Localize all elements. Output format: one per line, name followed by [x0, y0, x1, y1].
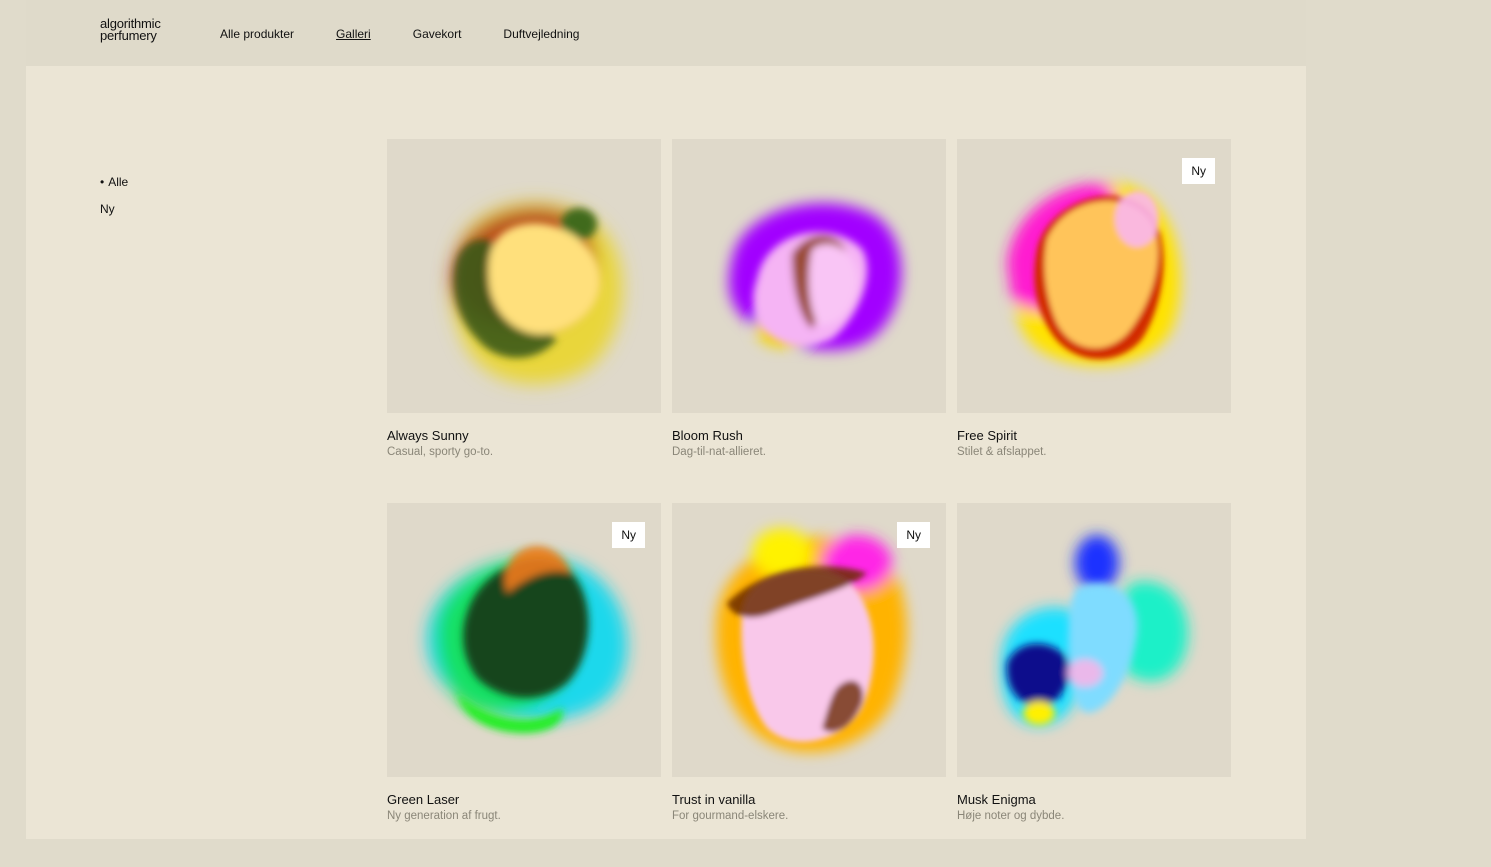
new-badge: Ny — [612, 522, 645, 548]
product-card-free-spirit[interactable]: Ny Free Spirit Stilet & afslappet. — [957, 139, 1231, 503]
product-card-bloom-rush[interactable]: Bloom Rush Dag-til-nat-allieret. — [672, 139, 946, 503]
filter-list: • Alle Ny — [100, 175, 128, 229]
product-grid: Always Sunny Casual, sporty go-to. Bloom… — [387, 139, 1231, 867]
product-desc: Casual, sporty go-to. — [387, 446, 494, 458]
product-desc: Ny generation af frugt. — [387, 810, 501, 822]
filter-all-label: Alle — [108, 175, 129, 189]
product-name[interactable]: Trust in vanilla — [672, 792, 946, 807]
filter-all[interactable]: • Alle — [100, 175, 129, 189]
product-card-always-sunny[interactable]: Always Sunny Casual, sporty go-to. — [387, 139, 661, 503]
product-image[interactable] — [957, 503, 1231, 777]
product-name[interactable]: Bloom Rush — [672, 428, 946, 443]
product-desc: Høje noter og dybde. — [957, 810, 1065, 822]
nav-all-products[interactable]: Alle produkter — [220, 27, 294, 41]
main-nav: Alle produkter Galleri Gavekort Duftvejl… — [220, 27, 621, 41]
brand-logo[interactable]: algorithmic perfumery — [100, 17, 161, 43]
bloom-blob-icon — [728, 203, 902, 351]
product-name[interactable]: Free Spirit — [957, 428, 1231, 443]
nav-gift-card[interactable]: Gavekort — [413, 27, 462, 41]
product-image[interactable]: Ny — [957, 139, 1231, 413]
product-name[interactable]: Musk Enigma — [957, 792, 1231, 807]
product-desc: For gourmand-elskere. — [672, 810, 789, 822]
product-card-green-laser[interactable]: Ny Green Laser Ny generation af frugt. — [387, 503, 661, 867]
new-badge: Ny — [897, 522, 930, 548]
page: algorithmic perfumery Alle produkter Gal… — [26, 0, 1306, 839]
product-image[interactable] — [387, 139, 661, 413]
product-desc: Stilet & afslappet. — [957, 446, 1047, 458]
product-image[interactable] — [672, 139, 946, 413]
product-desc: Dag-til-nat-allieret. — [672, 446, 766, 458]
new-badge: Ny — [1182, 158, 1215, 184]
product-name[interactable]: Green Laser — [387, 792, 661, 807]
header: algorithmic perfumery Alle produkter Gal… — [26, 0, 1306, 66]
selected-bullet: • — [100, 175, 105, 189]
musk-blob-icon — [1001, 535, 1189, 726]
product-card-trust-in-vanilla[interactable]: Ny Trust in vanilla For gourmand-elskere… — [672, 503, 946, 867]
nav-gallery[interactable]: Galleri — [336, 27, 371, 41]
nav-scent-guide[interactable]: Duftvejledning — [503, 27, 579, 41]
product-image[interactable]: Ny — [387, 503, 661, 777]
product-card-musk-enigma[interactable]: Musk Enigma Høje noter og dybde. — [957, 503, 1231, 867]
product-image[interactable]: Ny — [672, 503, 946, 777]
filter-new[interactable]: Ny — [100, 202, 128, 216]
brand-line-2: perfumery — [100, 28, 157, 43]
filter-new-label: Ny — [100, 202, 115, 216]
sunny-blob-icon — [451, 202, 623, 384]
product-name[interactable]: Always Sunny — [387, 428, 661, 443]
